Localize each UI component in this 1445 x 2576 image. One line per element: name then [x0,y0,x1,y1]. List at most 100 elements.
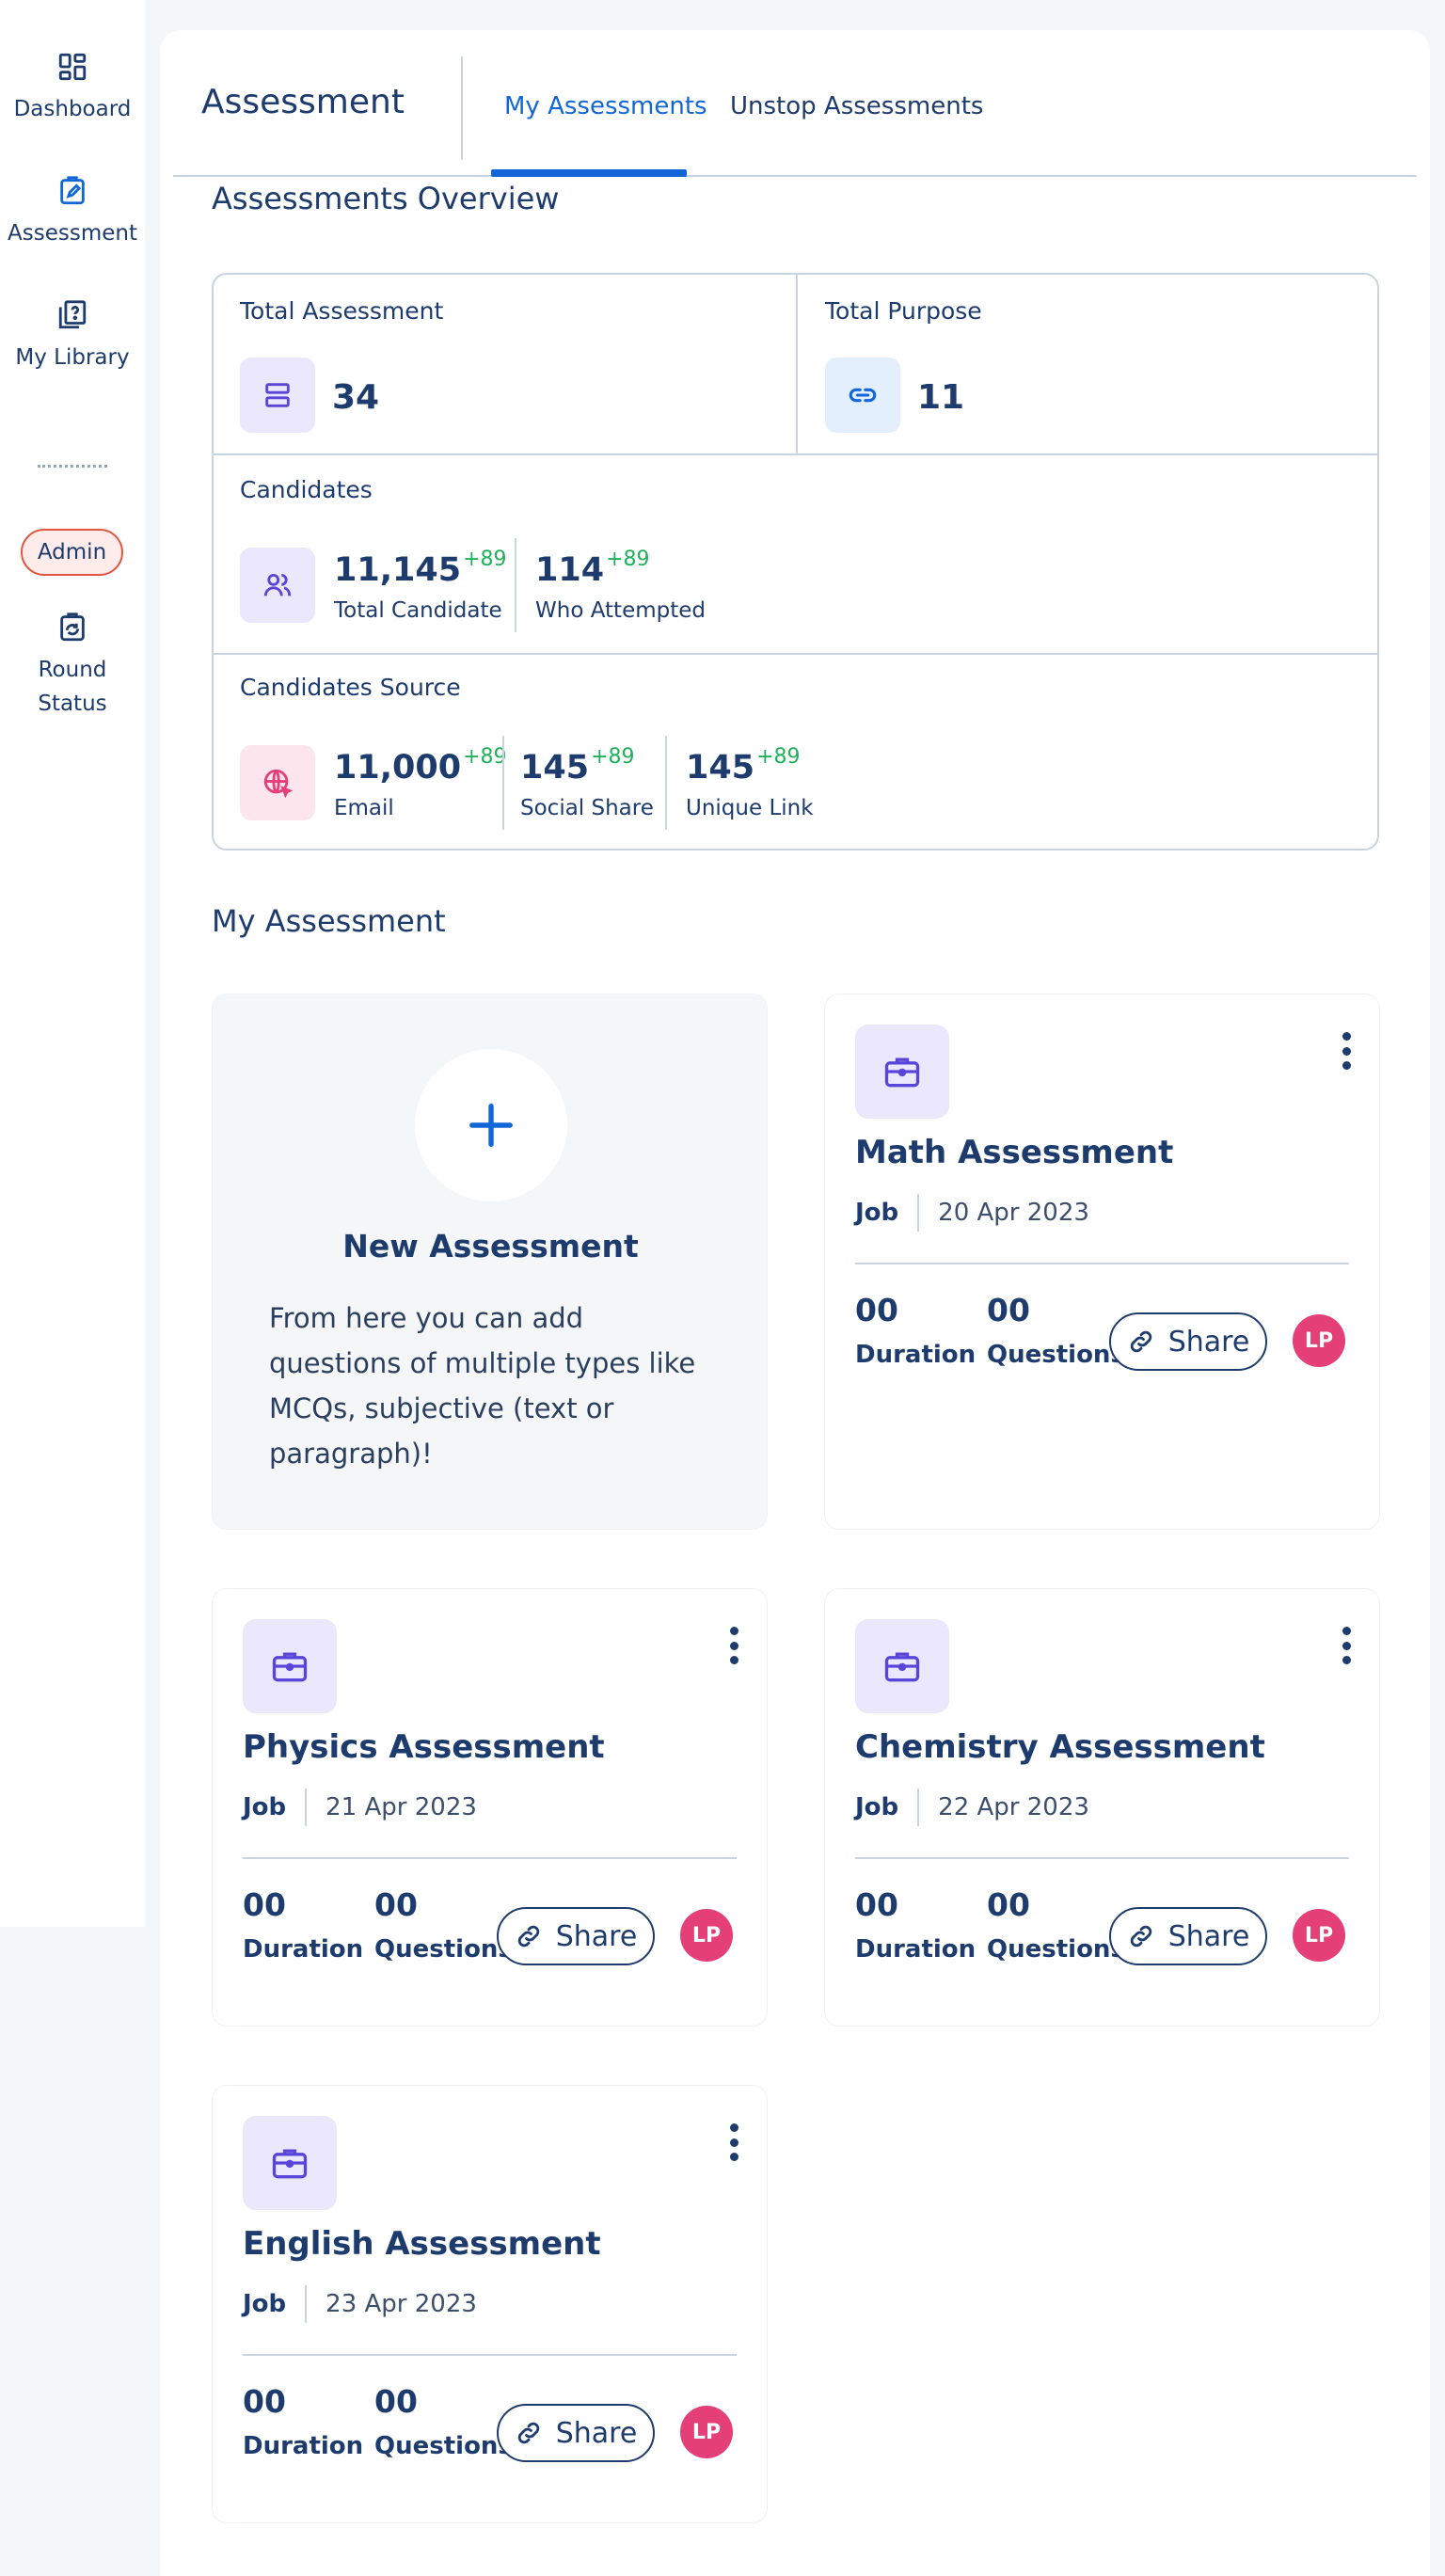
assessment-date: 20 Apr 2023 [938,1199,1089,1227]
unique-link-label: Unique Link [686,796,814,820]
delta-badge: +89 [756,745,801,769]
header-divider [461,56,463,160]
assessment-title: Physics Assessment [243,1728,605,1766]
main-panel: Assessment My Assessments Unstop Assessm… [160,30,1430,2576]
share-label: Share [1167,1919,1250,1953]
sidebar: Dashboard Assessment My Library Admin Ro… [0,0,145,1927]
assessment-meta: Job 20 Apr 2023 [855,1194,1089,1232]
assessment-title: English Assessment [243,2225,601,2263]
unique-link-value: 145+89 [686,745,801,787]
sidebar-item-my-library[interactable]: My Library [0,299,145,374]
avatar[interactable]: LP [680,2406,733,2458]
stat-divider [515,538,516,632]
questions-value: 00 [987,1886,1030,1923]
assessment-icon [60,176,85,205]
assessment-card-physics[interactable]: Physics Assessment Job 21 Apr 2023 00 Du… [212,1588,768,2027]
stack-icon [240,358,315,433]
assessment-title: Chemistry Assessment [855,1728,1265,1766]
sidebar-item-label: Round Status [38,653,106,721]
sidebar-item-label: Assessment [8,221,137,246]
assessment-meta: Job 22 Apr 2023 [855,1789,1089,1826]
card-divider [243,1857,737,1859]
my-assessment-title: My Assessment [212,903,446,939]
total-assessment-value: 34 [332,378,380,417]
assessment-card-math[interactable]: Math Assessment Job 20 Apr 2023 00 Durat… [824,994,1380,1530]
sidebar-item-round-status[interactable]: Round Status [0,612,145,721]
sidebar-divider [38,465,107,468]
questions-label: Questions [987,1341,1125,1369]
share-button[interactable]: Share [1109,1312,1267,1371]
briefcase-icon [243,1619,337,1713]
link-icon [517,1925,539,1948]
meta-divider [305,2285,308,2323]
users-icon [240,548,315,623]
questions-value: 00 [987,1292,1030,1328]
link-icon [1130,1330,1151,1353]
share-button[interactable]: Share [497,2404,655,2462]
more-options-icon[interactable] [727,2123,740,2161]
duration-label: Duration [243,1935,364,1964]
total-purpose-value: 11 [917,378,965,417]
who-attempted-value: 114+89 [535,548,650,589]
questions-label: Questions [987,1935,1125,1964]
share-label: Share [1167,1325,1250,1359]
sidebar-item-assessment[interactable]: Assessment [0,175,145,250]
assessment-type: Job [855,1793,899,1821]
candidates-label: Candidates [240,476,373,503]
assessment-date: 22 Apr 2023 [938,1793,1089,1821]
more-options-icon[interactable] [727,1627,740,1664]
stat-divider [502,736,504,830]
page-header: Assessment My Assessments Unstop Assessm… [173,30,1417,177]
share-label: Share [555,2416,638,2450]
social-share-label: Social Share [520,796,654,820]
avatar[interactable]: LP [680,1909,733,1962]
add-assessment-button[interactable] [415,1049,567,1201]
avatar[interactable]: LP [1293,1909,1345,1962]
duration-label: Duration [855,1935,977,1964]
meta-divider [917,1194,920,1232]
duration-value: 00 [243,1886,286,1923]
tab-my-assessments[interactable]: My Assessments [504,92,707,120]
assessment-card-chemistry[interactable]: Chemistry Assessment Job 22 Apr 2023 00 … [824,1588,1380,2027]
duration-label: Duration [243,2432,364,2460]
dashboard-icon [58,53,87,81]
assessment-date: 23 Apr 2023 [326,2290,477,2318]
total-candidate-value: 11,145+89 [334,548,507,589]
link-icon [517,2422,539,2444]
avatar[interactable]: LP [1293,1314,1345,1367]
admin-badge[interactable]: Admin [21,529,123,576]
new-assessment-title: New Assessment [342,1228,639,1264]
link-icon [825,358,900,433]
duration-value: 00 [855,1886,898,1923]
overview-title: Assessments Overview [212,181,560,216]
assessment-card-english[interactable]: English Assessment Job 23 Apr 2023 00 Du… [212,2085,768,2523]
total-assessment-label: Total Assessment [240,297,444,325]
questions-value: 00 [374,2383,418,2420]
email-value: 11,000+89 [334,745,507,787]
round-status-line1: Round [38,658,107,682]
more-options-icon[interactable] [1340,1627,1353,1664]
sidebar-item-dashboard[interactable]: Dashboard [0,51,145,126]
meta-divider [917,1789,920,1826]
assessment-type: Job [243,1793,287,1821]
round-status-icon [60,612,85,642]
share-button[interactable]: Share [497,1907,655,1965]
duration-label: Duration [855,1341,977,1369]
assessment-meta: Job 23 Apr 2023 [243,2285,477,2323]
assessment-title: Math Assessment [855,1134,1174,1171]
questions-label: Questions [374,2432,513,2460]
link-icon [1130,1925,1151,1948]
plus-icon [469,1104,513,1147]
share-button[interactable]: Share [1109,1907,1267,1965]
new-assessment-card[interactable]: New Assessment From here you can add que… [212,994,768,1530]
tab-unstop-assessments[interactable]: Unstop Assessments [730,92,983,120]
total-purpose-label: Total Purpose [825,297,982,325]
assessment-meta: Job 21 Apr 2023 [243,1789,477,1826]
active-tab-indicator [491,169,687,177]
assessment-date: 21 Apr 2023 [326,1793,477,1821]
questions-label: Questions [374,1935,513,1964]
more-options-icon[interactable] [1340,1032,1353,1070]
briefcase-icon [855,1619,949,1713]
candidates-source-label: Candidates Source [240,674,461,701]
stat-divider [665,736,667,830]
